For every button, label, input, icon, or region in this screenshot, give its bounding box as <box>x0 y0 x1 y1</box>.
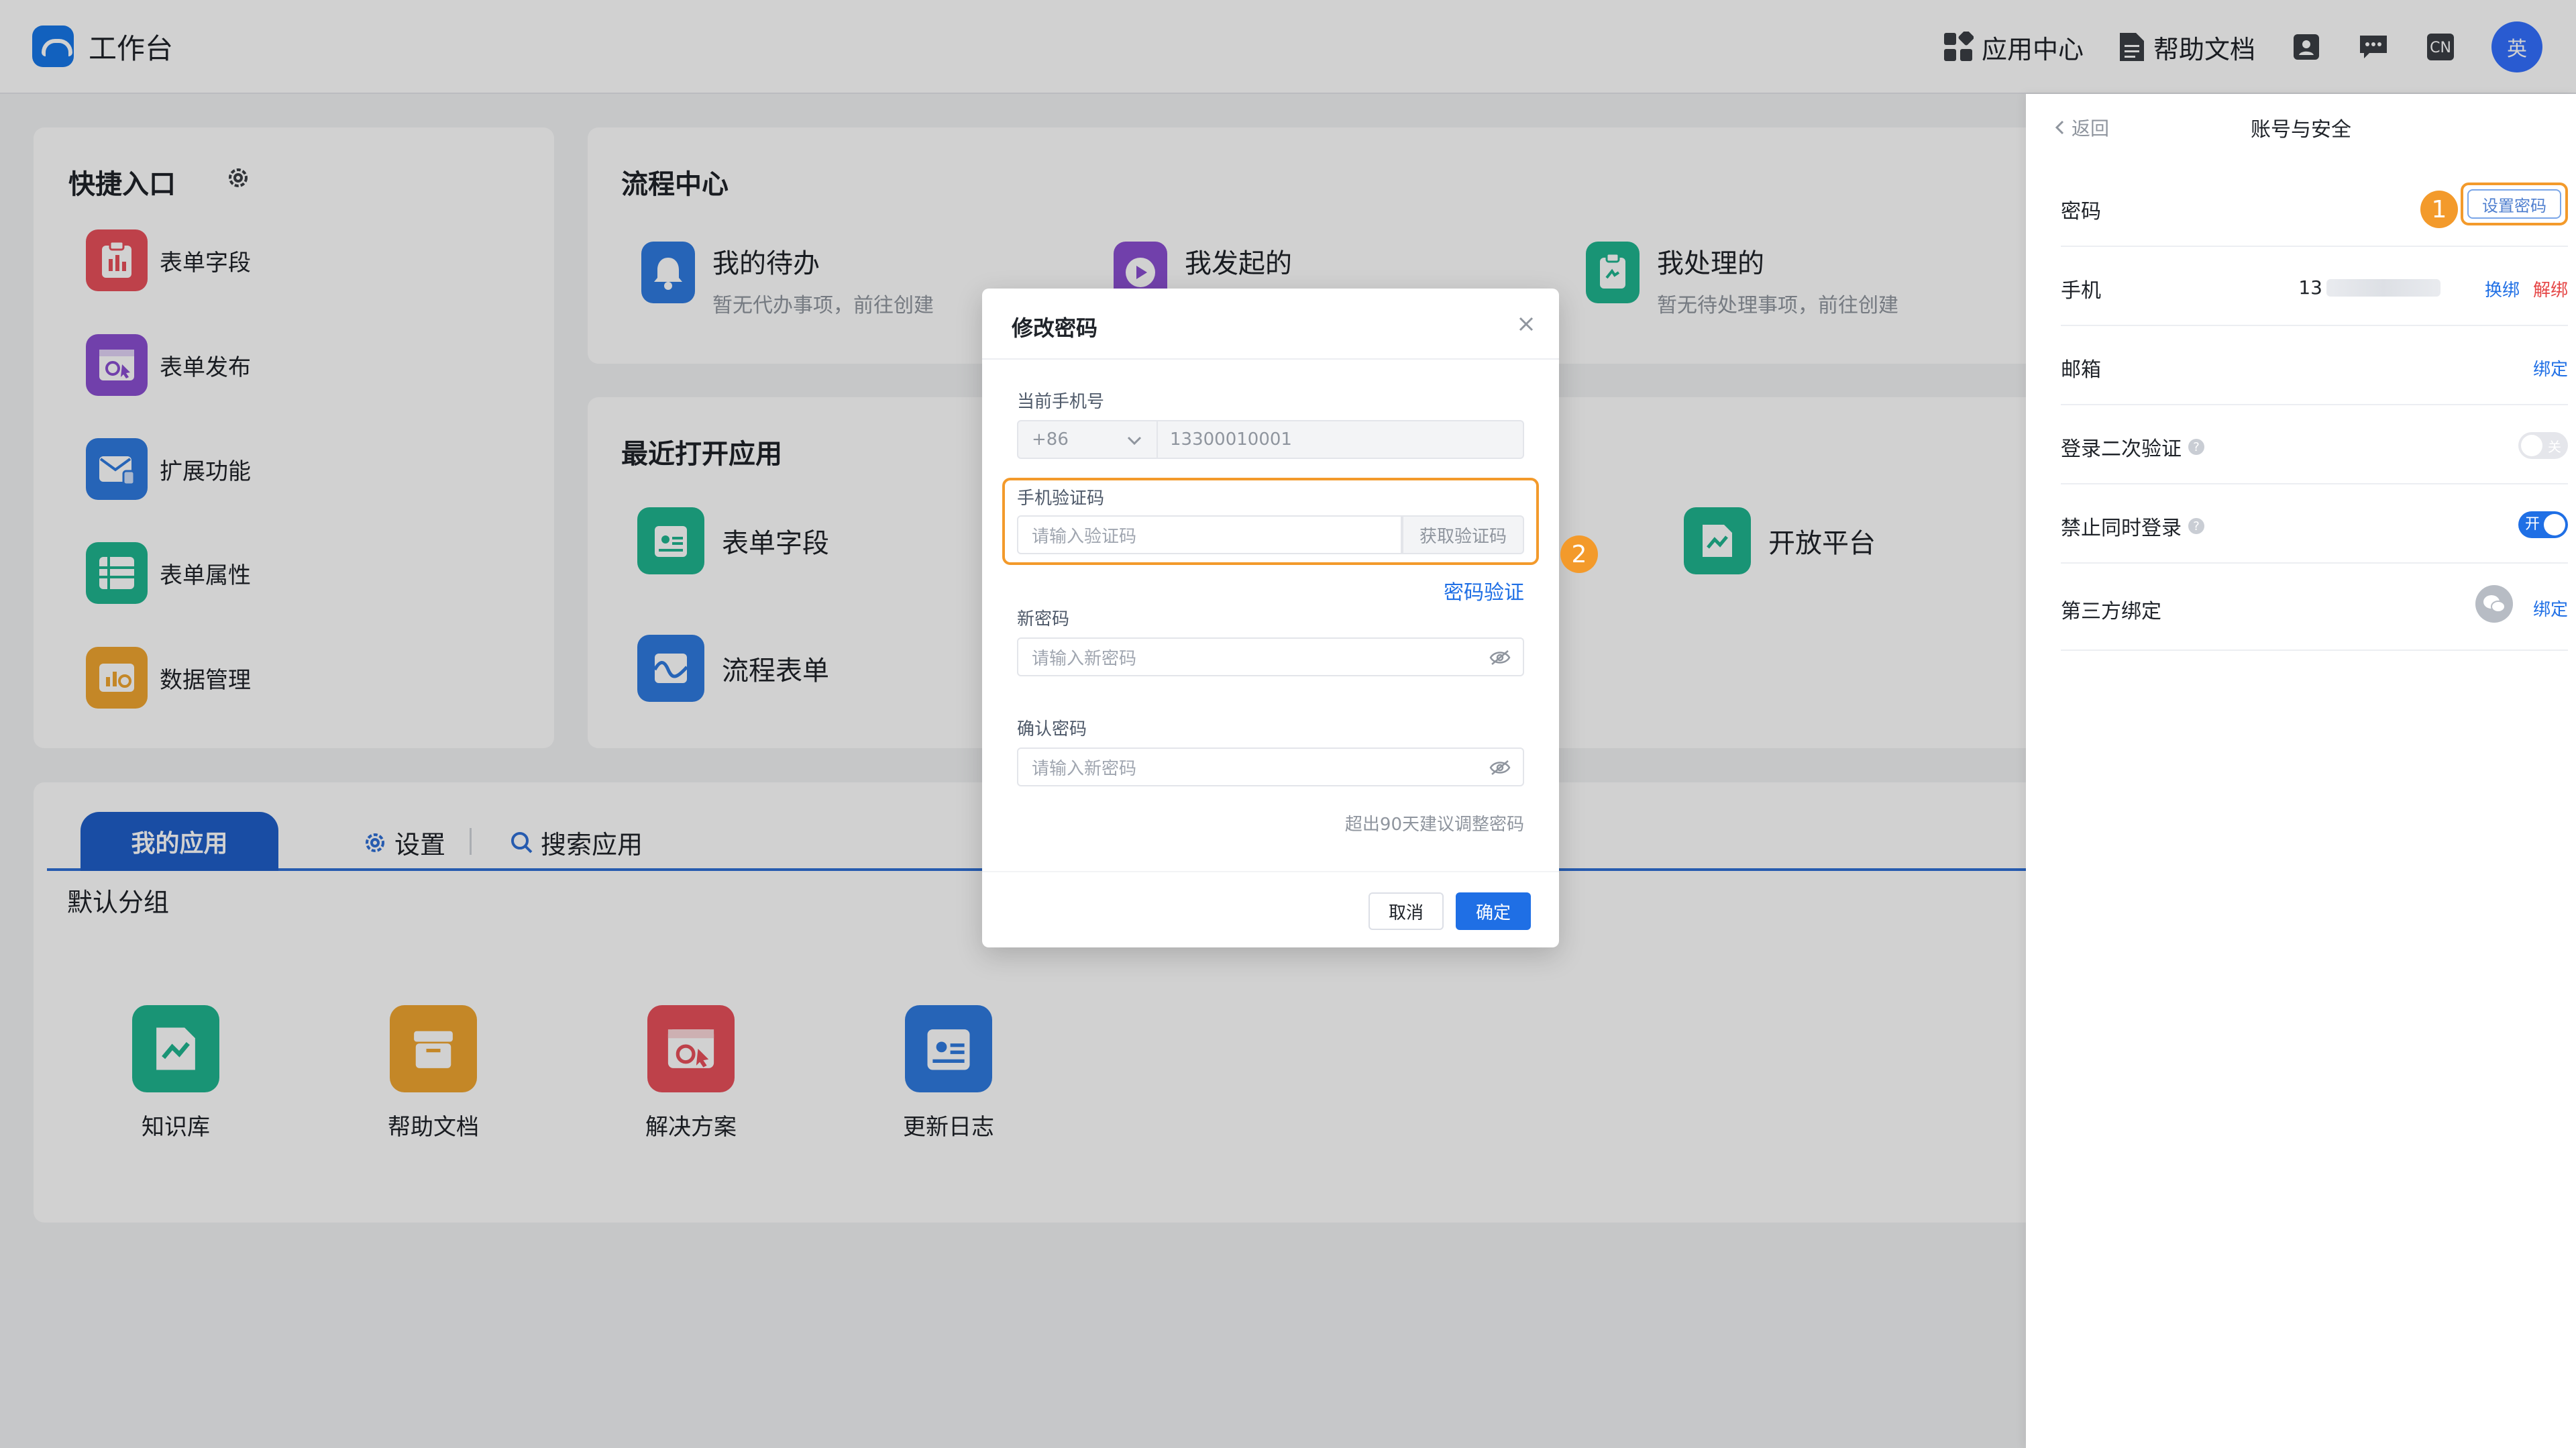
no-concurrent-label: 禁止同时登录 ? <box>2061 511 2204 541</box>
change-phone-link[interactable]: 换绑 <box>2485 276 2520 301</box>
chevron-down-icon <box>1127 436 1142 446</box>
row-email: 邮箱 绑定 <box>2061 326 2568 405</box>
third-party-bind-link[interactable]: 绑定 <box>2533 596 2568 621</box>
get-code-button[interactable]: 获取验证码 <box>1402 515 1524 554</box>
no-concurrent-toggle[interactable]: 开 <box>2518 511 2568 538</box>
panel-title: 账号与安全 <box>2251 118 2351 142</box>
new-password-label: 新密码 <box>1017 609 1070 629</box>
two-factor-label: 登录二次验证 ? <box>2061 432 2204 462</box>
row-password: 密码 1 设置密码 <box>2061 168 2568 247</box>
phone-number: 13 <box>2298 276 2440 299</box>
country-code-value: +86 <box>1032 429 1069 450</box>
confirm-password-label: 确认密码 <box>1017 719 1087 739</box>
no-concurrent-text: 禁止同时登录 <box>2061 517 2182 540</box>
step-2-badge: 2 <box>1560 535 1598 573</box>
email-label: 邮箱 <box>2061 358 2101 382</box>
new-password-input[interactable]: 请输入新密码 <box>1017 637 1524 676</box>
change-password-modal: 修改密码 当前手机号 +86 13300010001 手机验证码 请输入验证码 … <box>982 289 1598 947</box>
row-two-factor: 登录二次验证 ? 关 <box>2061 405 2568 484</box>
password-verify-link[interactable]: 密码验证 <box>1444 576 1524 605</box>
password-label: 密码 <box>2061 200 2101 223</box>
phone-prefix: 13 <box>2298 276 2322 299</box>
code-label: 手机验证码 <box>1017 488 1105 509</box>
help-icon[interactable]: ? <box>2188 518 2204 534</box>
country-code-select[interactable]: +86 <box>1017 420 1158 459</box>
close-icon[interactable] <box>1516 314 1536 334</box>
cancel-button[interactable]: 取消 <box>1368 892 1444 930</box>
phone-number-masked <box>2326 278 2440 297</box>
modal-footer-divider <box>982 871 1559 872</box>
eye-off-icon[interactable] <box>1489 650 1511 666</box>
confirm-password-input[interactable]: 请输入新密码 <box>1017 747 1524 786</box>
help-icon[interactable]: ? <box>2188 439 2204 455</box>
modal-title: 修改密码 <box>1012 315 1098 341</box>
row-third-party: 第三方绑定 绑定 <box>2061 564 2568 651</box>
phone-label: 手机 <box>2061 279 2101 303</box>
verification-code-input[interactable]: 请输入验证码 <box>1017 515 1402 554</box>
confirm-button[interactable]: 确定 <box>1456 892 1531 930</box>
current-phone-label: 当前手机号 <box>1017 392 1105 412</box>
row-phone: 手机 13 换绑 解绑 <box>2061 247 2568 326</box>
eye-off-icon[interactable] <box>1489 760 1511 776</box>
account-security-panel: 返回 账号与安全 密码 1 设置密码 手机 13 换绑 解绑 邮箱 绑定 登录二… <box>2026 94 2576 1448</box>
unbind-phone-link[interactable]: 解绑 <box>2533 276 2568 301</box>
wechat-icon <box>2475 585 2513 623</box>
two-factor-toggle[interactable]: 关 <box>2518 432 2568 459</box>
step-1-badge: 1 <box>2420 191 2458 228</box>
new-password-placeholder: 请输入新密码 <box>1032 648 1137 669</box>
confirm-password-placeholder: 请输入新密码 <box>1032 758 1137 779</box>
no-concurrent-state: 开 <box>2525 516 2540 533</box>
third-party-label: 第三方绑定 <box>2061 600 2161 623</box>
row-no-concurrent-login: 禁止同时登录 ? 开 <box>2061 484 2568 564</box>
two-factor-text: 登录二次验证 <box>2061 437 2182 461</box>
bind-email-link[interactable]: 绑定 <box>2533 356 2568 380</box>
modal-header: 修改密码 <box>982 289 1559 360</box>
set-password-button[interactable]: 设置密码 <box>2467 189 2561 219</box>
two-factor-state: 关 <box>2548 439 2561 455</box>
password-hint: 超出90天建议调整密码 <box>1344 815 1524 835</box>
current-phone-field: 13300010001 <box>1158 420 1524 459</box>
